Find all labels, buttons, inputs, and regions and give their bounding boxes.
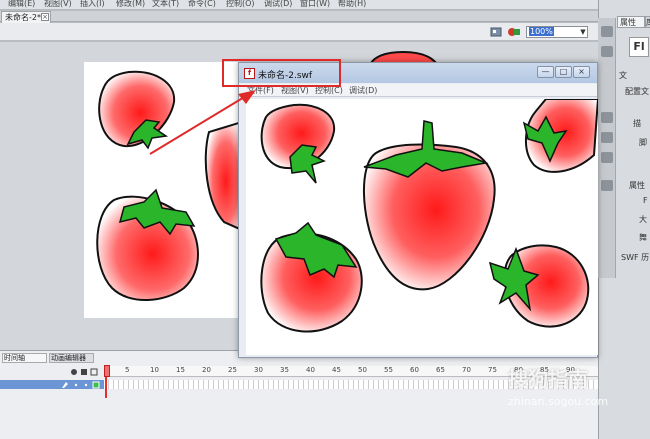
- outline-icon[interactable]: [90, 368, 98, 376]
- close-button[interactable]: ×: [573, 66, 590, 78]
- minimize-button[interactable]: —: [537, 66, 554, 78]
- edit-scene-icon[interactable]: [490, 26, 502, 38]
- menu-debug[interactable]: 调试(D): [264, 0, 292, 9]
- ruler-tick: 50: [358, 366, 367, 374]
- visibility-dot-icon[interactable]: [74, 383, 78, 387]
- authoring-stage-artwork: [96, 70, 243, 301]
- ruler-tick: 10: [150, 366, 159, 374]
- color-tool-icon[interactable]: [601, 26, 613, 37]
- layer-row-icons: [62, 381, 100, 389]
- ruler-tick: 20: [202, 366, 211, 374]
- ruler-tick: 45: [332, 366, 341, 374]
- menu-commands[interactable]: 命令(C): [188, 0, 216, 9]
- zoom-value: 100%: [529, 27, 554, 36]
- menu-window[interactable]: 窗口(W): [300, 0, 330, 9]
- menu-insert[interactable]: 插入(I): [80, 0, 105, 9]
- zoom-dropdown-chevron-icon[interactable]: ▼: [579, 27, 587, 37]
- ruler-tick: 40: [306, 366, 315, 374]
- timeline-layer-row[interactable]: [0, 380, 104, 389]
- flash-document-icon: Fl: [629, 37, 649, 57]
- menu-text[interactable]: 文本(T): [152, 0, 179, 9]
- maximize-button[interactable]: □: [555, 66, 572, 78]
- ruler-tick: 15: [176, 366, 185, 374]
- ruler-tick: 55: [384, 366, 393, 374]
- panel-row-script: 脚: [639, 138, 647, 147]
- menu-view[interactable]: 视图(V): [44, 0, 72, 9]
- ruler-tick: 5: [125, 366, 130, 374]
- layer-color-swatch[interactable]: [92, 381, 100, 389]
- ruler-tick: 75: [488, 366, 497, 374]
- pencil-icon[interactable]: [62, 382, 68, 388]
- panel-row-publish: 文: [619, 71, 627, 80]
- ruler-tick: 70: [462, 366, 471, 374]
- menu-help[interactable]: 帮助(H): [338, 0, 366, 9]
- main-menubar: 编辑(E) 视图(V) 插入(I) 修改(M) 文本(T) 命令(C) 控制(O…: [0, 0, 598, 10]
- ruler-tick: 25: [228, 366, 237, 374]
- panel-row-swf-history: SWF 历: [621, 253, 650, 262]
- ruler-tick: 60: [410, 366, 419, 374]
- ruler-tick: 30: [254, 366, 263, 374]
- panel-row-fps: F: [643, 196, 648, 205]
- panel-tools-strip: [598, 18, 616, 278]
- document-tab-bar: [0, 11, 598, 22]
- components-tool-icon[interactable]: [601, 180, 613, 191]
- panel-row-stage: 舞: [639, 233, 647, 242]
- tab-timeline[interactable]: 时间轴: [2, 353, 47, 363]
- swatches-tool-icon[interactable]: [601, 46, 613, 57]
- ruler-tick: 35: [280, 366, 289, 374]
- swf-menu-debug[interactable]: 调试(D): [349, 85, 377, 96]
- authoring-stage[interactable]: [84, 62, 243, 318]
- timeline-layer-controls: [71, 368, 98, 376]
- document-tab-label: 未命名-2*: [5, 13, 41, 22]
- menu-control[interactable]: 控制(O): [226, 0, 255, 9]
- tab-library[interactable]: 库: [645, 16, 650, 28]
- strawberry-3: [204, 120, 243, 232]
- watermark-text: 搜狗指南: [508, 367, 588, 391]
- edit-symbol-icon[interactable]: [507, 26, 521, 38]
- ruler-tick: 65: [436, 366, 445, 374]
- tab-motion-editor[interactable]: 动画编辑器: [49, 353, 94, 363]
- swf-stage-artwork: [260, 98, 600, 333]
- info-tool-icon[interactable]: [601, 132, 613, 143]
- align-tool-icon[interactable]: [601, 112, 613, 123]
- lock-dot-icon[interactable]: [84, 383, 88, 387]
- panel-row-properties: 属性: [629, 181, 645, 190]
- annotation-highlight-box: [222, 59, 341, 87]
- eye-icon[interactable]: [71, 369, 77, 375]
- transform-tool-icon[interactable]: [601, 152, 613, 163]
- menu-edit[interactable]: 编辑(E): [8, 0, 35, 9]
- menu-modify[interactable]: 修改(M): [116, 0, 145, 9]
- watermark-url: zhinan.sogou.com: [508, 395, 609, 408]
- panel-row-size: 大: [639, 215, 647, 224]
- panel-row-profile: 配置文: [625, 87, 649, 96]
- document-tab-close-icon[interactable]: ×: [41, 13, 49, 21]
- lock-icon[interactable]: [81, 369, 87, 375]
- playhead-handle[interactable]: [104, 365, 110, 377]
- tab-properties[interactable]: 属性: [617, 16, 645, 28]
- edit-bar: [0, 23, 598, 41]
- panel-row-player: 描: [633, 119, 641, 128]
- swf-stage[interactable]: [246, 98, 600, 355]
